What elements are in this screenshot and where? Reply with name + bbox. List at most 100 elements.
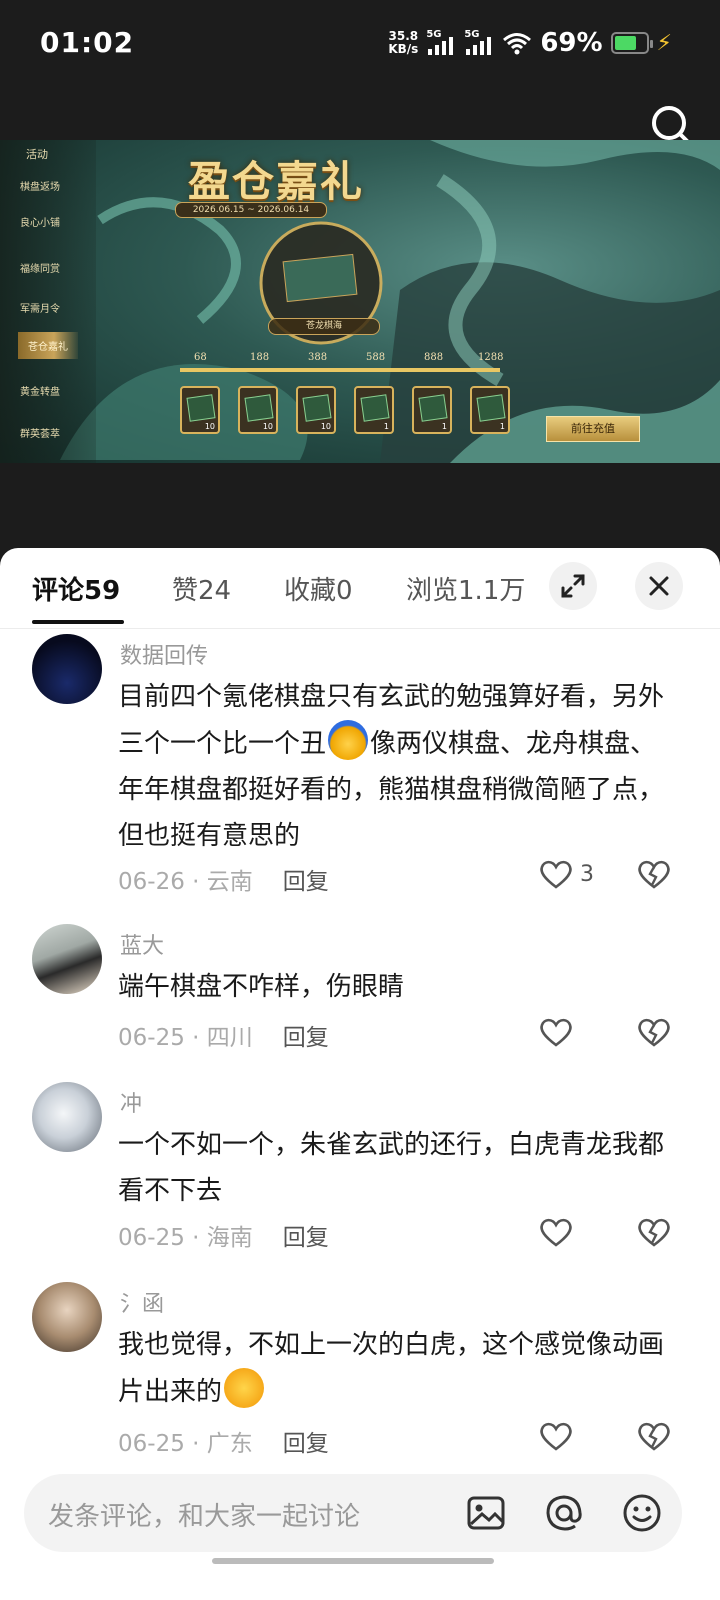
comment-text: 我也觉得，不如上一次的白虎，这个感觉像动画片出来的 [118, 1330, 665, 1408]
comment-date: 06-25 [118, 1025, 185, 1051]
recharge-button: 前往充值 [546, 416, 640, 442]
comment-date: 06-26 [118, 869, 185, 895]
comment-author[interactable]: 蓝大 [120, 928, 164, 960]
tab-views[interactable]: 浏览1.1万 [406, 570, 525, 607]
emoji-icon [623, 1494, 661, 1532]
emoji-icon [328, 720, 369, 760]
event-menu-item: 良心小铺 [20, 218, 60, 229]
comment-date: 06-25 [118, 1431, 185, 1457]
milestone-label: 888 [424, 352, 444, 363]
network-speed: 35.8 KB/s [388, 30, 418, 56]
broken-heart-icon [638, 860, 670, 889]
comment-meta: 06-25 · 四川 回复 [118, 1025, 329, 1051]
comment-location: 海南 [206, 1225, 253, 1251]
comment-date: 06-25 [118, 1225, 185, 1251]
avatar[interactable] [32, 634, 102, 704]
signal-sim2-icon: 5G [464, 29, 494, 57]
wifi-icon [503, 33, 532, 55]
like-button[interactable] [538, 1216, 574, 1248]
comment-tabs: 评论59 赞24 收藏0 浏览1.1万 [0, 548, 720, 629]
like-count: 3 [580, 861, 594, 887]
tab-comments[interactable]: 评论59 [32, 570, 120, 607]
comment-input-placeholder: 发条评论，和大家一起讨论 [48, 1502, 361, 1532]
battery-icon [610, 32, 653, 54]
comment-text: 端午棋盘不咋样，伤眼睛 [118, 972, 405, 1002]
comment-meta: 06-25 · 广东 回复 [118, 1431, 329, 1457]
event-menu-item-active: 苍仓嘉礼 [18, 332, 78, 359]
comment-input[interactable]: 发条评论，和大家一起讨论 [24, 1474, 682, 1552]
milestone-label: 388 [308, 352, 328, 363]
reply-button[interactable]: 回复 [283, 1025, 329, 1051]
reward-item: 10 [238, 386, 278, 434]
comment-text: 一个不如一个，朱雀玄武的还行，白虎青龙我都看不下去 [118, 1130, 665, 1206]
comment-meta: 06-26 · 云南 回复 [118, 869, 329, 895]
status-icons: 35.8 KB/s 5G 5G 69% ⚡ [388, 28, 672, 58]
event-menu-item: 黄金转盘 [20, 387, 60, 398]
event-menu-title: 活动 [26, 148, 48, 161]
avatar[interactable] [32, 924, 102, 994]
broken-heart-icon [638, 1018, 670, 1047]
reward-item: 1 [470, 386, 510, 434]
dislike-button[interactable] [636, 1216, 672, 1252]
prize-name: 苍龙棋海 [268, 318, 380, 335]
home-indicator[interactable] [212, 1558, 494, 1564]
avatar[interactable] [32, 1082, 102, 1152]
dislike-button[interactable] [636, 858, 672, 894]
tab-favorites[interactable]: 收藏0 [284, 570, 353, 607]
comment-author[interactable]: 氵函 [120, 1286, 164, 1318]
milestone-label: 588 [366, 352, 386, 363]
event-title: 盈仓嘉礼 [188, 157, 365, 206]
comment-author[interactable]: 数据回传 [120, 638, 208, 670]
laughing-crying-emoji-icon [224, 1368, 265, 1408]
tab-underline [32, 620, 124, 624]
status-time: 01:02 [40, 26, 135, 59]
close-icon [649, 576, 669, 596]
reply-button[interactable]: 回复 [283, 1431, 329, 1457]
broken-heart-icon [638, 1422, 670, 1451]
milestone-label: 188 [250, 352, 270, 363]
reply-button[interactable]: 回复 [283, 1225, 329, 1251]
event-menu-item: 军需月令 [20, 304, 60, 315]
heart-icon [540, 1422, 572, 1451]
heart-icon [540, 1218, 572, 1247]
reward-item: 10 [180, 386, 220, 434]
dislike-button[interactable] [636, 1016, 672, 1052]
like-button[interactable] [538, 1420, 574, 1452]
event-menu-item: 棋盘返场 [20, 182, 60, 193]
network-speed-unit: KB/s [388, 42, 419, 56]
heart-icon [540, 1018, 572, 1047]
like-button[interactable]: 3 [538, 858, 594, 890]
milestone-label: 68 [194, 352, 207, 363]
comment-location: 四川 [206, 1025, 253, 1051]
heart-icon [540, 860, 572, 889]
signal-sim1-icon: 5G [426, 29, 456, 57]
status-bar: 01:02 35.8 KB/s 5G 5G 69% ⚡ [0, 0, 720, 90]
comment-meta: 06-25 · 海南 回复 [118, 1225, 329, 1251]
image-icon [467, 1496, 505, 1530]
reward-item: 10 [296, 386, 336, 434]
at-icon [546, 1495, 582, 1531]
broken-heart-icon [638, 1218, 670, 1247]
expand-button[interactable] [549, 562, 597, 610]
comment-text: 目前四个氪佬棋盘只有玄武的勉强算好看，另外三个一个比一个丑 像两仪棋盘、龙舟棋盘、… [118, 682, 665, 851]
comment-author[interactable]: 冲 [120, 1086, 142, 1118]
reward-item: 1 [412, 386, 452, 434]
charging-icon: ⚡ [656, 30, 672, 56]
comment-location: 广东 [206, 1431, 253, 1457]
emoji-button[interactable] [621, 1492, 663, 1534]
tab-likes[interactable]: 赞24 [172, 570, 231, 607]
event-menu: 活动 棋盘返场 良心小铺 福缘同赏 军需月令 苍仓嘉礼 黄金转盘 群英荟萃 [0, 140, 96, 463]
expand-icon [561, 574, 585, 598]
milestone-label: 1288 [478, 352, 504, 363]
close-button[interactable] [635, 562, 683, 610]
dislike-button[interactable] [636, 1420, 672, 1456]
image-button[interactable] [465, 1492, 507, 1534]
event-menu-item: 福缘同赏 [20, 264, 60, 275]
reply-button[interactable]: 回复 [283, 869, 329, 895]
mention-button[interactable] [543, 1492, 585, 1534]
avatar[interactable] [32, 1282, 102, 1352]
event-date: 2026.06.15 ~ 2026.06.14 [175, 202, 327, 218]
like-button[interactable] [538, 1016, 574, 1048]
event-menu-item: 群英荟萃 [20, 429, 60, 440]
post-image[interactable]: 活动 棋盘返场 良心小铺 福缘同赏 军需月令 苍仓嘉礼 黄金转盘 群英荟萃 盈仓… [0, 140, 720, 463]
